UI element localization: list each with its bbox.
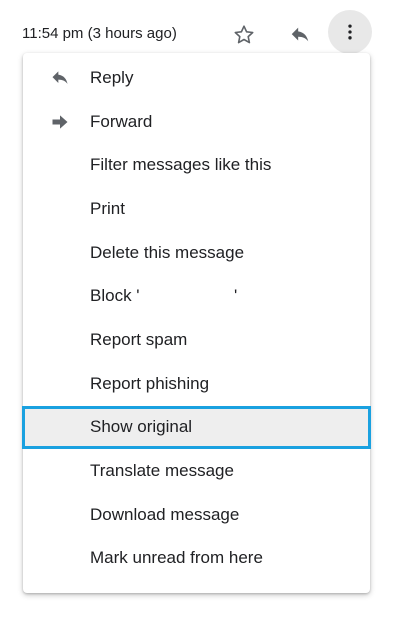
menu-item-label: Forward	[90, 111, 153, 131]
vertical-dots-icon	[348, 24, 352, 40]
menu-item-label: Delete this message	[90, 242, 245, 262]
menu-item-block-sender[interactable]: Block ' '	[23, 274, 370, 318]
menu-item-label: Block ' '	[90, 286, 238, 306]
menu-item-label: Reply	[90, 67, 134, 87]
message-timestamp: 11:54 pm (3 hours ago)	[22, 25, 177, 42]
menu-item-label: Mark unread from here	[90, 548, 263, 568]
menu-item-label: Filter messages like this	[90, 155, 272, 175]
menu-item-mark-unread[interactable]: Mark unread from here	[23, 537, 370, 581]
menu-item-label: Show original	[90, 417, 193, 437]
menu-item-show-original[interactable]: Show original	[22, 405, 371, 450]
reply-arrow-icon	[50, 68, 70, 88]
menu-item-label: Print	[90, 198, 125, 218]
menu-item-filter-messages[interactable]: Filter messages like this	[23, 143, 370, 187]
menu-item-label: Download message	[90, 504, 240, 524]
menu-item-print[interactable]: Print	[23, 187, 370, 231]
menu-item-delete-message[interactable]: Delete this message	[23, 231, 370, 275]
menu-item-report-spam[interactable]: Report spam	[23, 318, 370, 362]
menu-item-label: Translate message	[90, 461, 234, 481]
reply-arrow-icon	[291, 27, 309, 42]
menu-item-translate-message[interactable]: Translate message	[23, 449, 370, 493]
menu-item-reply[interactable]: Reply	[23, 56, 370, 100]
menu-item-label: Report phishing	[90, 373, 210, 393]
menu-item-label: Report spam	[90, 329, 188, 349]
forward-arrow-icon	[50, 112, 70, 132]
more-options-button[interactable]	[328, 10, 372, 54]
star-button[interactable]	[231, 22, 257, 48]
reply-button[interactable]	[287, 22, 313, 48]
message-options-menu: Reply Forward Filter messages like this …	[22, 53, 371, 593]
menu-item-forward[interactable]: Forward	[23, 100, 370, 144]
star-outline-icon	[234, 25, 254, 44]
menu-item-report-phishing[interactable]: Report phishing	[23, 362, 370, 406]
menu-item-download-message[interactable]: Download message	[23, 493, 370, 537]
